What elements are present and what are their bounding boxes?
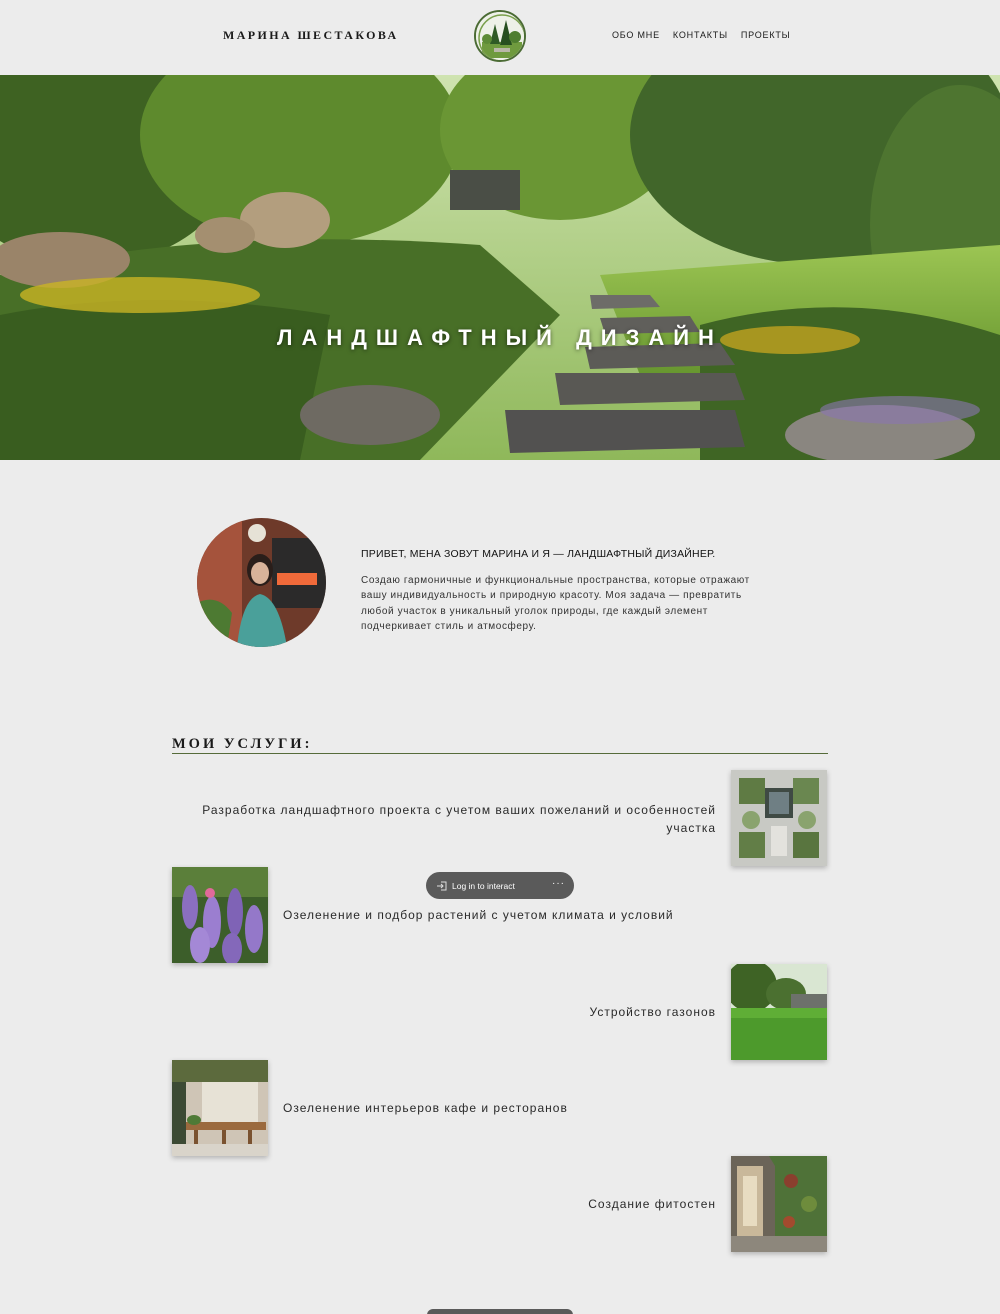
login-label[interactable]: Log in to interact: [452, 881, 515, 891]
nav-contacts[interactable]: КОНТАКТЫ: [673, 30, 728, 40]
lavender-photo: [172, 867, 268, 963]
landscape-plan-photo: [731, 770, 827, 866]
green-wall-photo: [731, 1156, 827, 1252]
lawn-photo: [731, 964, 827, 1060]
garden-logo-icon[interactable]: [474, 10, 526, 62]
service-text-landscape-project: Разработка ландшафтного проекта с учетом…: [202, 803, 716, 835]
about-heading: ПРИВЕТ, МЕНА ЗОВУТ МАРИНА И Я — ЛАНДШАФТ…: [361, 548, 716, 560]
login-icon: [437, 881, 447, 890]
service-text-planting: Озеленение и подбор растений с учетом кл…: [283, 908, 674, 922]
services-title: МОИ УСЛУГИ:: [172, 736, 313, 752]
services-divider: [172, 753, 828, 754]
hero-section: ЛАНДШАФТНЫЙ ДИЗАЙН: [0, 75, 1000, 460]
about-text: Создаю гармоничные и функциональные прос…: [361, 575, 750, 632]
bottom-overlay-bar: [427, 1309, 573, 1314]
more-options-icon[interactable]: ···: [552, 878, 565, 889]
site-header: МАРИНА ШЕСТАКОВА ОБО МНЕ КОНТАКТЫ ПРОЕКТ…: [0, 0, 1000, 75]
nav-about[interactable]: ОБО МНЕ: [612, 30, 660, 40]
service-text-interior-greening: Озеленение интерьеров кафе и ресторанов: [283, 1101, 568, 1115]
service-text-green-walls: Создание фитостен: [588, 1197, 716, 1211]
service-text-lawns: Устройство газонов: [589, 1005, 716, 1019]
nav-projects[interactable]: ПРОЕКТЫ: [741, 30, 791, 40]
main-nav: ОБО МНЕ КОНТАКТЫ ПРОЕКТЫ: [612, 30, 790, 40]
brand-name[interactable]: МАРИНА ШЕСТАКОВА: [223, 28, 399, 43]
hero-title: ЛАНДШАФТНЫЙ ДИЗАЙН: [277, 325, 723, 350]
garden-stone-path-photo: [0, 75, 1000, 460]
login-pill[interactable]: Log in to interact ···: [426, 872, 574, 899]
portrait-photo: [197, 518, 326, 647]
cafe-interior-photo: [172, 1060, 268, 1156]
